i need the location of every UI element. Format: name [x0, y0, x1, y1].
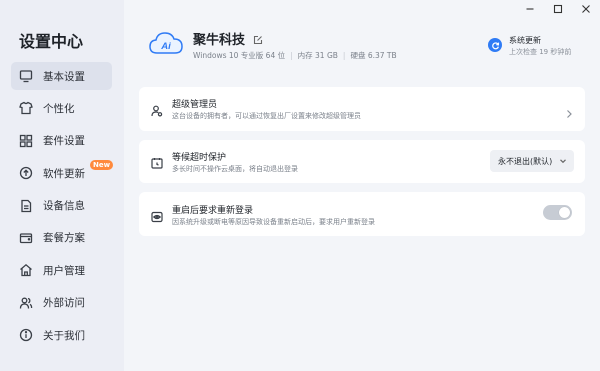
- edit-icon[interactable]: [253, 34, 263, 44]
- main-panel: Ai 聚牛科技 Windows 10 专业版 64 位 | 内存 31 GB |…: [124, 0, 600, 371]
- update-title: 系统更新: [509, 36, 541, 45]
- sidebar-item-label: 设备信息: [43, 200, 85, 213]
- user-settings-icon: [151, 102, 163, 117]
- monitor-icon: [19, 69, 33, 83]
- chevron-right-icon[interactable]: [565, 104, 573, 118]
- card-title: 超级管理员: [172, 100, 218, 110]
- card-description: 这台设备的拥有者，可以通过恢复出厂设置来修改超级管理员: [172, 112, 361, 120]
- toggle-knob: [559, 207, 570, 218]
- card-title: 等候超时保护: [172, 153, 227, 163]
- sidebar-item-label: 用户管理: [43, 264, 85, 277]
- close-button[interactable]: [572, 0, 600, 18]
- system-info: Windows 10 专业版 64 位 | 内存 31 GB | 硬盘 6.37…: [193, 50, 397, 61]
- os-info: Windows 10 专业版 64 位: [193, 51, 286, 60]
- arrow-up-circle-icon: [19, 166, 33, 180]
- disk-info: 硬盘 6.37 TB: [350, 51, 397, 60]
- super-admin-card[interactable]: 超级管理员 这台设备的拥有者，可以通过恢复出厂设置来修改超级管理员: [139, 87, 585, 131]
- sidebar-item-label: 关于我们: [43, 329, 85, 342]
- relogin-toggle[interactable]: [543, 205, 572, 220]
- sidebar-item-device-info[interactable]: 设备信息: [11, 192, 112, 220]
- company-logo: Ai: [148, 29, 184, 59]
- logo-text: Ai: [160, 41, 171, 52]
- memory-info: 内存 31 GB: [297, 51, 338, 60]
- users-icon: [19, 296, 33, 310]
- sidebar-item-label: 套件设置: [43, 135, 85, 148]
- sidebar-item-label: 个性化: [43, 102, 75, 115]
- minimize-icon: [526, 8, 534, 10]
- sidebar: 设置中心 基本设置 个性化 套件设置 软件更新 New 设备信息 套餐方案 用户…: [0, 0, 124, 371]
- company-name-row: 聚牛科技: [193, 29, 263, 48]
- maximize-button[interactable]: [544, 0, 572, 18]
- sidebar-title: 设置中心: [19, 32, 84, 51]
- select-value: 永不退出(默认): [498, 156, 553, 166]
- separator: |: [342, 51, 346, 60]
- settings-window: 设置中心 基本设置 个性化 套件设置 软件更新 New 设备信息 套餐方案 用户…: [0, 0, 600, 371]
- sidebar-item-personalization[interactable]: 个性化: [11, 94, 112, 122]
- sidebar-item-about[interactable]: 关于我们: [11, 321, 112, 349]
- sidebar-item-software-update[interactable]: 软件更新 New: [11, 159, 114, 187]
- sidebar-item-user-management[interactable]: 用户管理: [11, 256, 112, 284]
- update-subtitle: 上次检查 19 秒钟前: [509, 48, 572, 56]
- sidebar-item-suite-settings[interactable]: 套件设置: [11, 127, 112, 155]
- system-update[interactable]: 系统更新 上次检查 19 秒钟前: [488, 35, 578, 59]
- sidebar-item-label: 基本设置: [43, 70, 85, 83]
- grid-icon: [19, 134, 33, 148]
- timeout-select[interactable]: 永不退出(默认): [490, 150, 574, 172]
- home-icon: [19, 263, 33, 277]
- sidebar-item-basic-settings[interactable]: 基本设置: [11, 62, 112, 90]
- shirt-icon: [19, 101, 33, 115]
- chevron-down-icon: [560, 159, 566, 164]
- calendar-clock-icon: [151, 154, 163, 169]
- timeout-protection-card: 等候超时保护 多长时间不操作云桌面，将自动退出登录 永不退出(默认): [139, 140, 585, 183]
- refresh-icon: [488, 38, 502, 52]
- wallet-icon: [19, 231, 33, 245]
- close-icon: [582, 5, 590, 13]
- sidebar-item-external-access[interactable]: 外部访问: [11, 289, 112, 317]
- card-description: 多长时间不操作云桌面，将自动退出登录: [172, 165, 298, 173]
- sidebar-item-label: 套餐方案: [43, 232, 85, 245]
- eye-icon: [151, 208, 163, 223]
- sidebar-item-plans[interactable]: 套餐方案: [11, 224, 112, 252]
- company-name: 聚牛科技: [193, 33, 246, 48]
- card-title: 重启后要求重新登录: [172, 206, 254, 216]
- new-badge: New: [90, 160, 114, 171]
- separator: |: [290, 51, 293, 60]
- info-icon: [19, 328, 33, 342]
- window-controls: [516, 0, 600, 18]
- document-icon: [19, 199, 33, 213]
- minimize-button[interactable]: [516, 0, 544, 18]
- sidebar-item-label: 软件更新: [43, 167, 85, 180]
- maximize-icon: [553, 4, 563, 14]
- sidebar-item-label: 外部访问: [43, 297, 85, 310]
- relogin-card: 重启后要求重新登录 因系统升级或断电等原因导致设备重新启动后，要求用户重新登录: [139, 192, 585, 236]
- card-description: 因系统升级或断电等原因导致设备重新启动后，要求用户重新登录: [172, 218, 375, 226]
